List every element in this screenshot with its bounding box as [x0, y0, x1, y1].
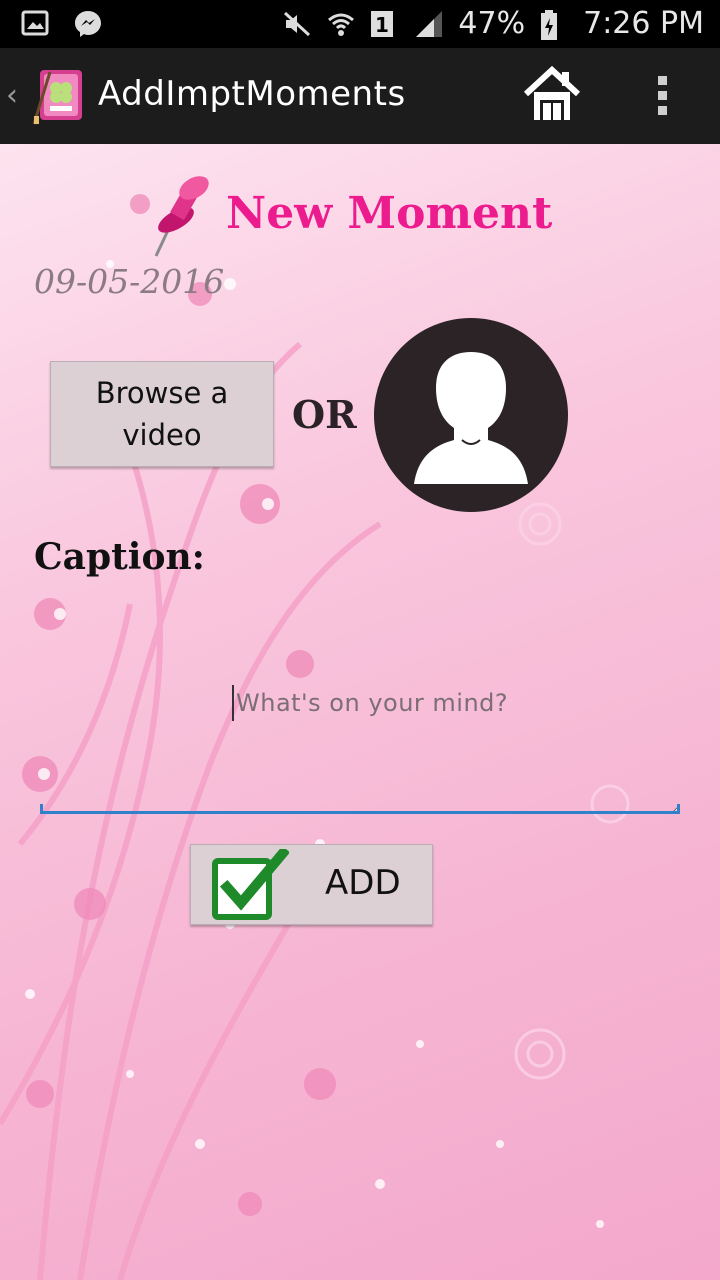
caption-label: Caption:	[34, 536, 205, 578]
home-icon[interactable]	[520, 62, 584, 126]
back-chevron-icon[interactable]: ‹	[6, 78, 18, 114]
profile-avatar-icon[interactable]	[372, 316, 570, 514]
signal-icon	[414, 9, 444, 39]
browse-video-button[interactable]: Browse a video	[50, 361, 274, 467]
wifi-icon	[326, 9, 356, 39]
text-cursor	[232, 685, 234, 721]
status-bar: 1 47% 7:26 PM	[0, 0, 720, 48]
add-button[interactable]: ADD	[190, 844, 433, 925]
add-button-label: ADD	[325, 863, 401, 903]
caption-placeholder: What's on your mind?	[236, 689, 509, 717]
sim-icon: 1	[370, 9, 400, 39]
messenger-icon	[72, 8, 102, 38]
app-title: AddImptMoments	[98, 74, 406, 114]
moment-date: 09-05-2016	[34, 262, 225, 301]
content-area: New Moment 09-05-2016 Browse a video OR …	[0, 144, 720, 1280]
pushpin-icon	[146, 174, 214, 260]
checkbox-check-icon	[211, 845, 291, 923]
action-bar: ‹ AddImptMoments	[0, 48, 720, 144]
page-title: New Moment	[226, 188, 553, 239]
battery-icon	[539, 9, 569, 40]
or-label: OR	[292, 392, 357, 437]
battery-percent: 47%	[458, 6, 526, 41]
gallery-icon	[20, 8, 50, 38]
caption-input[interactable]	[40, 664, 680, 814]
app-diary-icon[interactable]	[30, 66, 88, 126]
overflow-menu-icon[interactable]	[648, 72, 678, 120]
mute-icon	[282, 9, 312, 39]
svg-text:1: 1	[375, 13, 389, 37]
clock: 7:26 PM	[583, 6, 704, 41]
caption-underline	[40, 804, 680, 814]
